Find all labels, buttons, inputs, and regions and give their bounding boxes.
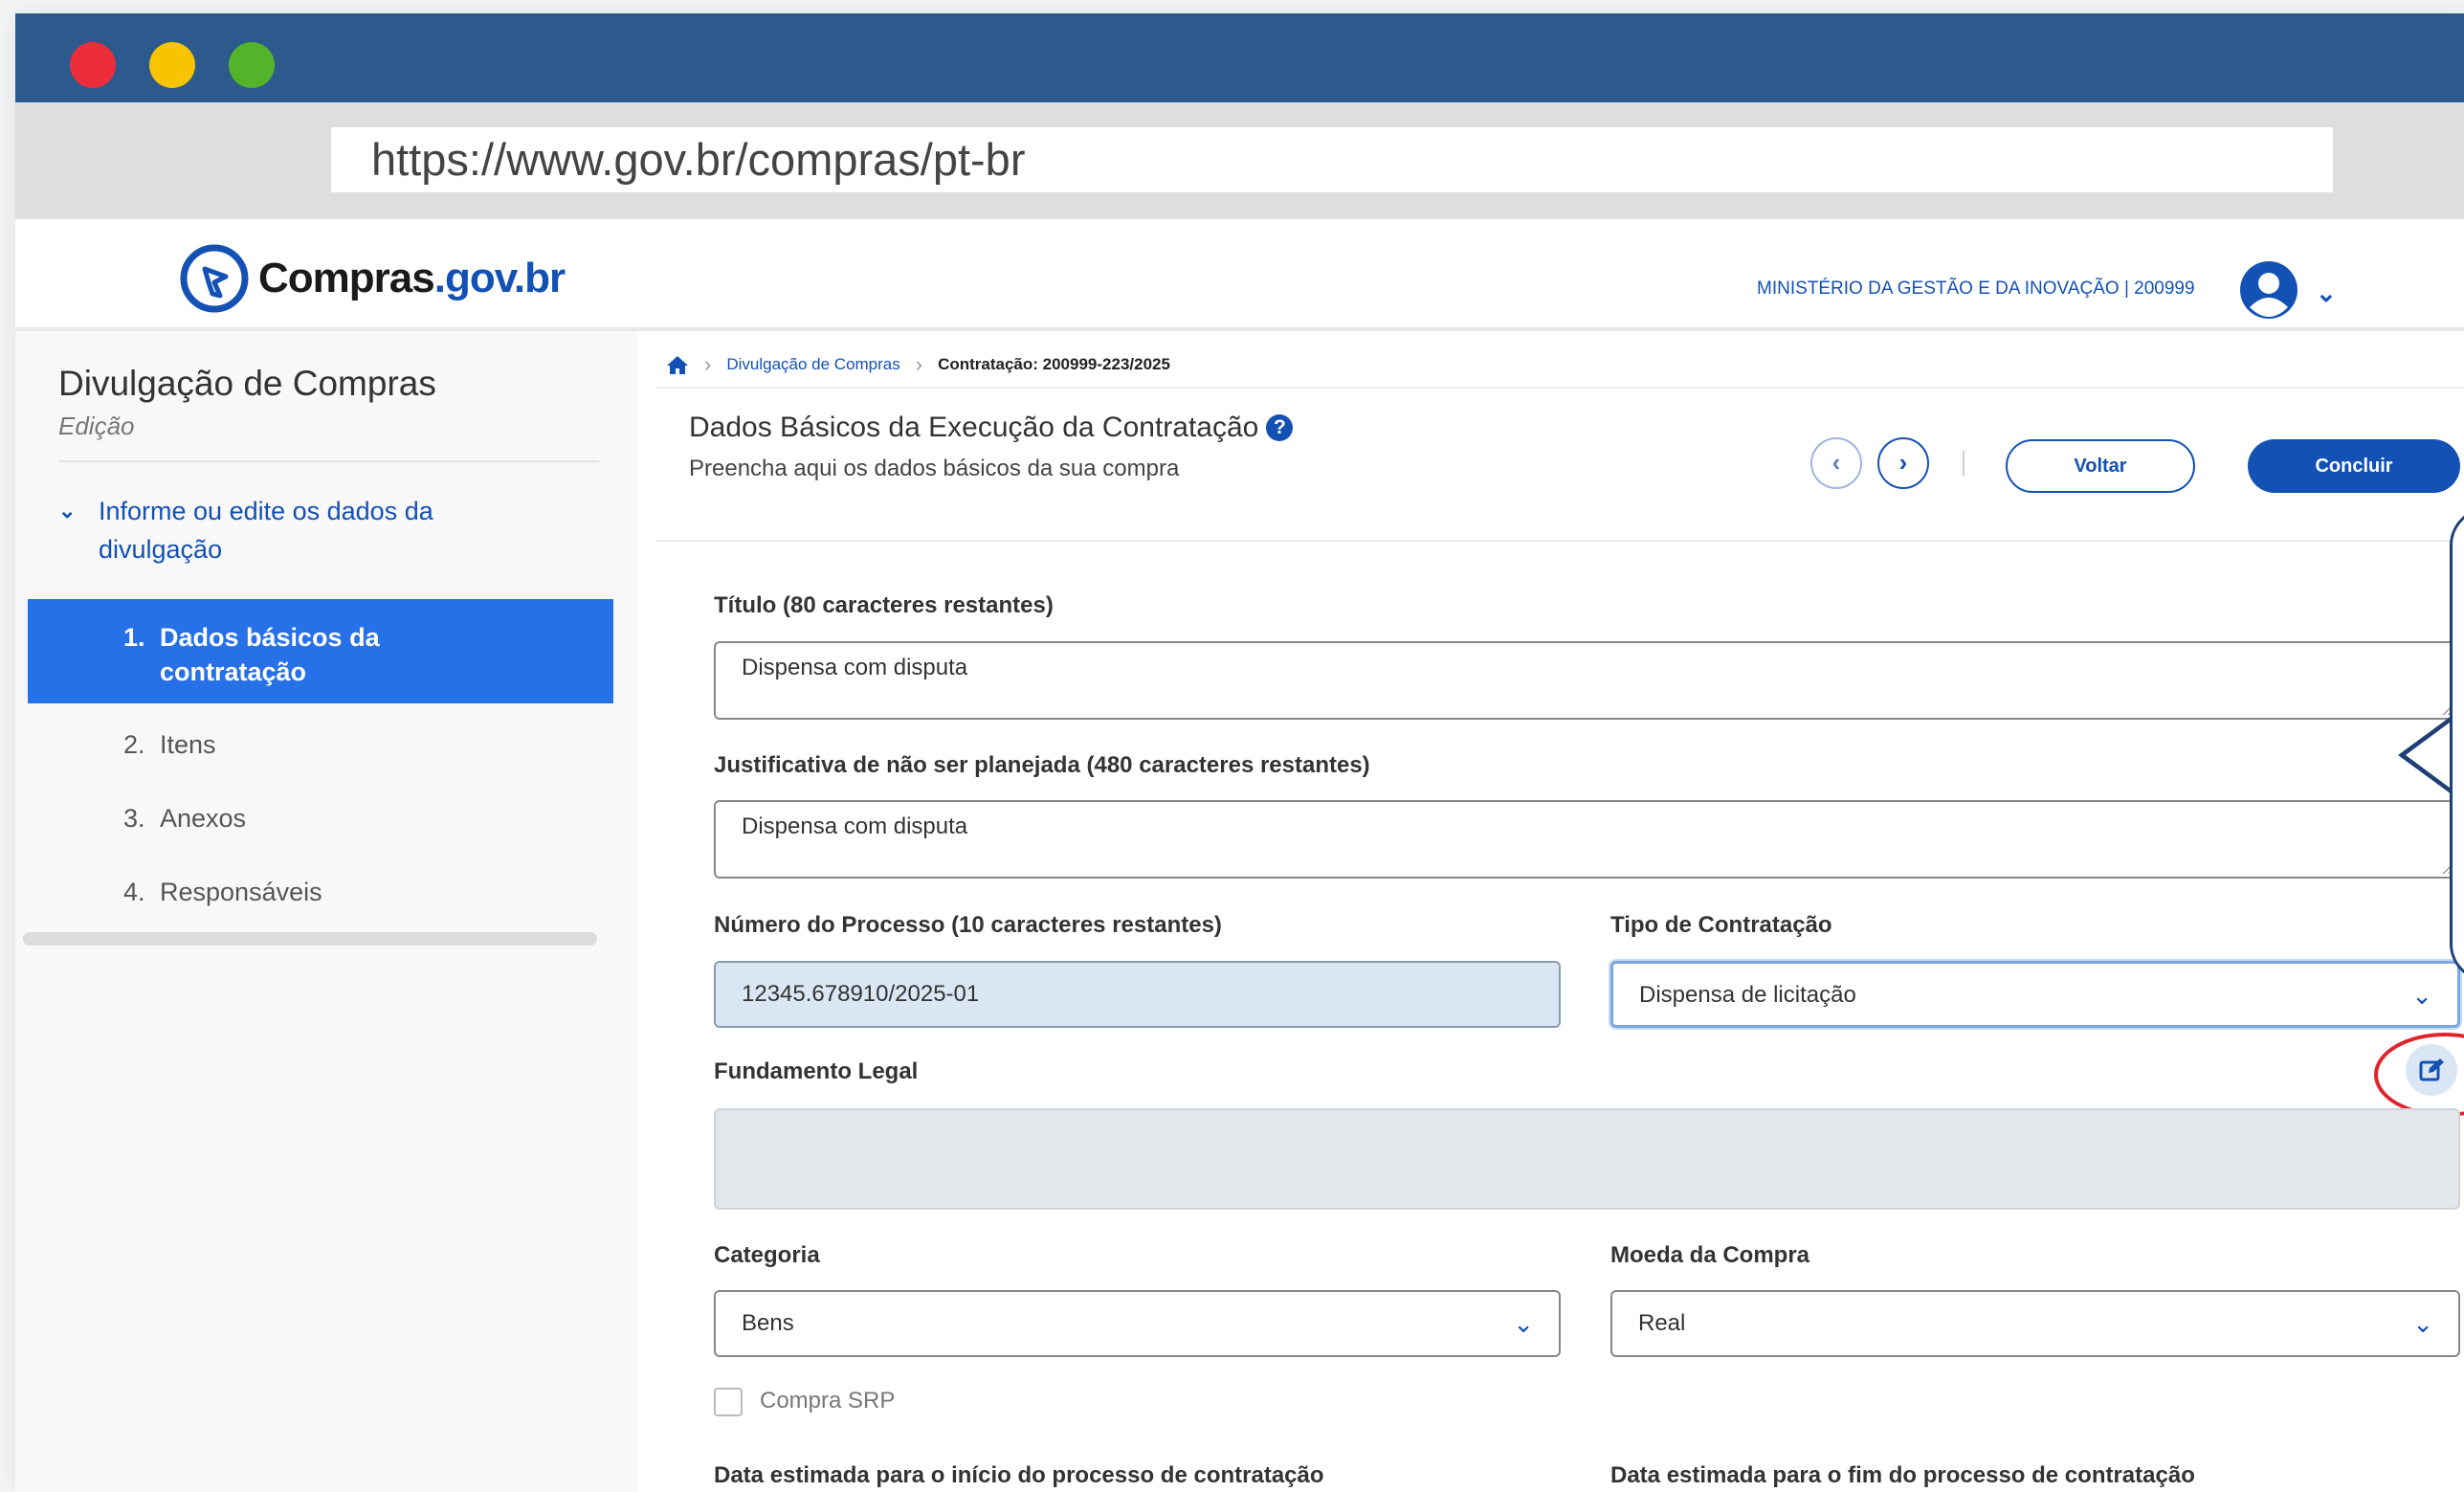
chevron-down-icon: ⌄ bbox=[58, 499, 77, 523]
sidebar-section-toggle[interactable]: ⌄ Informe ou edite os dados da divulgaçã… bbox=[58, 492, 556, 568]
sidebar-scrollbar[interactable] bbox=[23, 932, 597, 946]
home-icon[interactable] bbox=[666, 354, 689, 375]
next-step-button[interactable]: › bbox=[1877, 437, 1929, 489]
browser-titlebar bbox=[15, 13, 2464, 102]
previous-step-button[interactable]: ‹ bbox=[1810, 437, 1862, 489]
page-title: Dados Básicos da Execução da Contratação… bbox=[689, 412, 1294, 444]
fundamento-legal-field bbox=[714, 1108, 2460, 1210]
address-bar[interactable]: https://www.gov.br/compras/pt-br bbox=[331, 127, 2333, 192]
tipo-contratacao-label: Tipo de Contratação bbox=[1610, 912, 1832, 938]
app-header: Compras.gov.br MINISTÉRIO DA GESTÃO E DA… bbox=[15, 219, 2464, 331]
user-avatar-icon[interactable] bbox=[2238, 259, 2299, 321]
breadcrumb-link[interactable]: Divulgação de Compras bbox=[726, 355, 899, 374]
titulo-label: Título (80 caracteres restantes) bbox=[714, 592, 1054, 618]
callout-bubble bbox=[2450, 507, 2464, 982]
divider bbox=[1963, 451, 1965, 476]
minimize-window-dot[interactable] bbox=[149, 42, 195, 88]
edit-fundamento-button[interactable] bbox=[2406, 1044, 2457, 1096]
compras-logo-icon bbox=[180, 244, 249, 313]
close-window-dot[interactable] bbox=[70, 42, 116, 88]
moeda-select[interactable]: Real ⌄ bbox=[1610, 1290, 2460, 1357]
titulo-field[interactable]: Dispensa com disputa bbox=[714, 641, 2460, 720]
sidebar: Divulgação de Compras Edição ⌄ Informe o… bbox=[15, 331, 639, 1492]
chevron-down-icon[interactable]: ⌄ bbox=[2316, 278, 2337, 308]
processo-input[interactable]: 12345.678910/2025-01 bbox=[714, 961, 1561, 1028]
edit-icon bbox=[2419, 1058, 2444, 1081]
data-inicio-label: Data estimada para o início do processo … bbox=[714, 1462, 1324, 1488]
categoria-label: Categoria bbox=[714, 1242, 820, 1268]
justificativa-field[interactable]: Dispensa com disputa bbox=[714, 800, 2460, 879]
breadcrumb-current: Contratação: 200999-223/2025 bbox=[938, 355, 1170, 373]
tipo-contratacao-select[interactable]: Dispensa de licitação ⌄ bbox=[1610, 961, 2460, 1028]
voltar-button[interactable]: Voltar bbox=[2006, 439, 2195, 493]
sidebar-subtitle: Edição bbox=[58, 412, 135, 440]
processo-label: Número do Processo (10 caracteres restan… bbox=[714, 912, 1222, 938]
breadcrumb: › Divulgação de Compras › Contratação: 2… bbox=[666, 352, 1170, 377]
divider bbox=[656, 387, 2464, 389]
page-subtitle: Preencha aqui os dados básicos da sua co… bbox=[689, 456, 1180, 481]
chevron-down-icon: ⌄ bbox=[1513, 1309, 1534, 1338]
logo-text: Compras.gov.br bbox=[258, 255, 566, 301]
compras-logo[interactable]: Compras.gov.br bbox=[176, 240, 566, 317]
sidebar-item-dados-basicos[interactable]: 1. Dados básicos da contratação bbox=[28, 599, 613, 703]
help-icon[interactable]: ? bbox=[1266, 414, 1294, 441]
data-fim-label: Data estimada para o fim do processo de … bbox=[1610, 1462, 2195, 1488]
concluir-button[interactable]: Concluir bbox=[2248, 439, 2460, 493]
main-content: › Divulgação de Compras › Contratação: 2… bbox=[637, 331, 2464, 1492]
sidebar-item-anexos[interactable]: 3. Anexos bbox=[28, 801, 613, 839]
chevron-right-icon: › bbox=[704, 352, 712, 376]
callout-tail-inner bbox=[2406, 720, 2453, 791]
chevron-down-icon: ⌄ bbox=[2412, 1309, 2433, 1338]
maximize-window-dot[interactable] bbox=[229, 42, 275, 88]
divider bbox=[656, 540, 2464, 542]
compra-srp-checkbox[interactable] bbox=[714, 1388, 743, 1416]
moeda-label: Moeda da Compra bbox=[1610, 1242, 1810, 1268]
sidebar-title: Divulgação de Compras bbox=[58, 364, 436, 403]
browser-toolbar: https://www.gov.br/compras/pt-br bbox=[15, 102, 2464, 219]
categoria-select[interactable]: Bens ⌄ bbox=[714, 1290, 1561, 1357]
justificativa-label: Justificativa de não ser planejada (480 … bbox=[714, 752, 1370, 778]
sidebar-item-itens[interactable]: 2. Itens bbox=[28, 727, 613, 766]
fundamento-legal-label: Fundamento Legal bbox=[714, 1058, 919, 1084]
chevron-right-icon: › bbox=[915, 352, 923, 376]
ministry-label[interactable]: MINISTÉRIO DA GESTÃO E DA INOVAÇÃO | 200… bbox=[1757, 278, 2195, 300]
browser-window: https://www.gov.br/compras/pt-br Compras… bbox=[15, 13, 2464, 1492]
sidebar-item-responsaveis[interactable]: 4. Responsáveis bbox=[28, 875, 613, 913]
chevron-down-icon: ⌄ bbox=[2411, 981, 2432, 1010]
compra-srp-label: Compra SRP bbox=[760, 1388, 896, 1414]
divider bbox=[58, 460, 599, 462]
